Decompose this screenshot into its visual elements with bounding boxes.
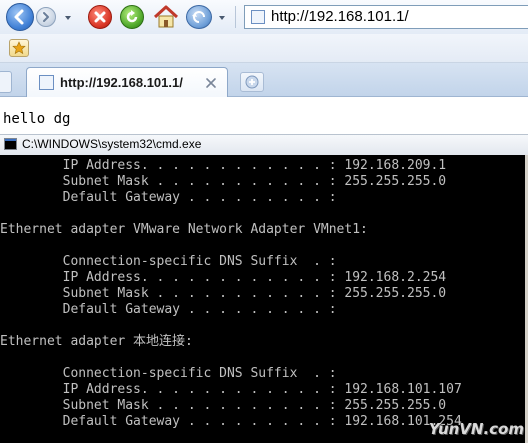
cmd-title: C:\WINDOWS\system32\cmd.exe xyxy=(22,137,202,151)
history-dropdown[interactable] xyxy=(62,12,74,24)
cmd-console[interactable]: IP Address. . . . . . . . . . . . : 192.… xyxy=(0,155,528,443)
console-line: IP Address. . . . . . . . . . . . : 192.… xyxy=(0,382,462,397)
tab-active[interactable]: http://192.168.101.1/ xyxy=(26,67,228,97)
console-line: Default Gateway . . . . . . . . . : xyxy=(0,190,337,205)
stop-button[interactable] xyxy=(88,5,112,29)
console-line: Ethernet adapter 本地连接: xyxy=(0,334,193,349)
back-icon xyxy=(14,9,24,25)
forward-icon xyxy=(43,12,49,22)
console-line: Connection-specific DNS Suffix . : xyxy=(0,254,337,269)
console-line: Subnet Mask . . . . . . . . . . . : 255.… xyxy=(0,174,447,189)
browser-toolbar: http://192.168.101.1/ xyxy=(0,0,528,34)
toolbar-divider xyxy=(235,6,236,28)
cmd-title-bar[interactable]: C:\WINDOWS\system32\cmd.exe xyxy=(0,134,528,155)
tab-bar: http://192.168.101.1/ xyxy=(0,63,528,97)
console-line: Default Gateway . . . . . . . . . : xyxy=(0,302,337,317)
chevron-down-icon xyxy=(65,16,71,20)
home-button[interactable] xyxy=(152,4,180,30)
favorites-bar xyxy=(0,34,528,63)
home-icon xyxy=(153,5,179,28)
tab-label: http://192.168.101.1/ xyxy=(60,75,183,90)
tab-list-button[interactable] xyxy=(0,71,12,93)
chevron-down-icon xyxy=(219,16,225,20)
history-menu-dropdown[interactable] xyxy=(216,12,228,24)
console-line: Subnet Mask . . . . . . . . . . . : 255.… xyxy=(0,286,447,301)
favorites-button[interactable] xyxy=(9,39,29,57)
console-line: Subnet Mask . . . . . . . . . . . : 255.… xyxy=(0,398,447,413)
console-line: IP Address. . . . . . . . . . . . : 192.… xyxy=(0,270,447,285)
console-line: Connection-specific DNS Suffix . : xyxy=(0,366,337,381)
close-icon[interactable] xyxy=(204,76,218,90)
back-button[interactable] xyxy=(6,3,34,31)
refresh-button[interactable] xyxy=(120,5,144,29)
page-icon xyxy=(39,75,54,90)
new-tab-button[interactable] xyxy=(240,72,264,92)
stop-icon xyxy=(94,11,106,23)
watermark: YunVN.com xyxy=(428,420,524,438)
favorites-star-icon xyxy=(12,41,26,55)
refresh-icon xyxy=(126,10,138,23)
page-icon xyxy=(251,10,265,24)
console-line: Ethernet adapter VMware Network Adapter … xyxy=(0,222,368,237)
new-tab-icon xyxy=(245,75,259,89)
console-output: IP Address. . . . . . . . . . . . : 192.… xyxy=(0,158,462,430)
page-body-text: hello dg xyxy=(3,111,71,127)
console-line: IP Address. . . . . . . . . . . . : 192.… xyxy=(0,158,447,173)
forward-button[interactable] xyxy=(36,7,56,27)
history-button[interactable] xyxy=(186,5,212,29)
address-text[interactable]: http://192.168.101.1/ xyxy=(271,8,409,25)
address-bar[interactable]: http://192.168.101.1/ xyxy=(244,5,528,29)
console-line: Default Gateway . . . . . . . . . : 192.… xyxy=(0,414,462,429)
history-icon xyxy=(192,11,205,23)
cmd-icon xyxy=(4,138,17,150)
